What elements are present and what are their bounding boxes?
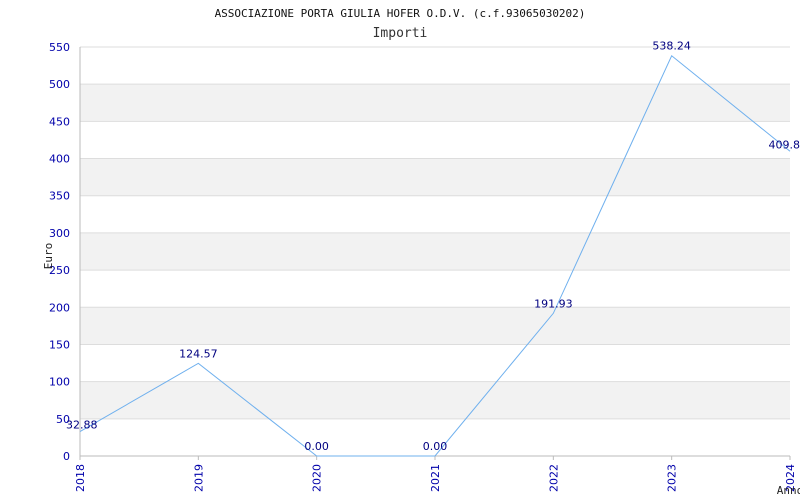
plot-background-bands [80, 47, 790, 456]
data-label: 32.88 [66, 419, 98, 432]
x-tick-labels: 2018 2019 2020 2021 2022 2023 2024 [74, 456, 797, 492]
y-tick-label: 0 [63, 450, 70, 463]
data-label: 191.93 [534, 297, 573, 310]
plot-band [80, 195, 790, 233]
plot-band [80, 158, 790, 196]
plot-band [80, 121, 790, 159]
chart-subtitle: Importi [373, 26, 428, 41]
y-tick-label: 300 [49, 227, 70, 240]
plot-band [80, 84, 790, 122]
data-label: 538.24 [652, 40, 691, 53]
data-label: 409.8 [769, 138, 800, 151]
y-tick-label: 350 [49, 190, 70, 203]
plot-band [80, 270, 790, 308]
y-axis-title: Euro [42, 243, 55, 270]
y-tick-label: 500 [49, 78, 70, 91]
y-tick-label: 400 [49, 153, 70, 166]
chart: 050100150200250300350400450500550 2018 20… [42, 7, 800, 497]
x-tick-label: 2021 [429, 464, 442, 492]
plot-band [80, 232, 790, 271]
x-axis-title: Anno [777, 484, 800, 497]
chart-title: ASSOCIAZIONE PORTA GIULIA HOFER O.D.V. (… [215, 7, 586, 20]
x-tick-label: 2020 [311, 464, 324, 492]
plot-band [80, 381, 790, 419]
x-tick-label: 2018 [74, 464, 87, 492]
data-label: 124.57 [179, 347, 218, 360]
y-tick-label: 150 [49, 338, 70, 351]
data-label: 0.00 [304, 440, 329, 453]
x-tick-label: 2023 [666, 464, 679, 492]
y-tick-label: 200 [49, 301, 70, 314]
y-tick-label: 450 [49, 115, 70, 128]
data-label: 0.00 [423, 440, 448, 453]
x-tick-label: 2022 [547, 464, 560, 492]
plot-band [80, 307, 790, 345]
y-tick-label: 550 [49, 41, 70, 54]
y-tick-label: 100 [49, 376, 70, 389]
x-tick-label: 2019 [192, 464, 205, 492]
